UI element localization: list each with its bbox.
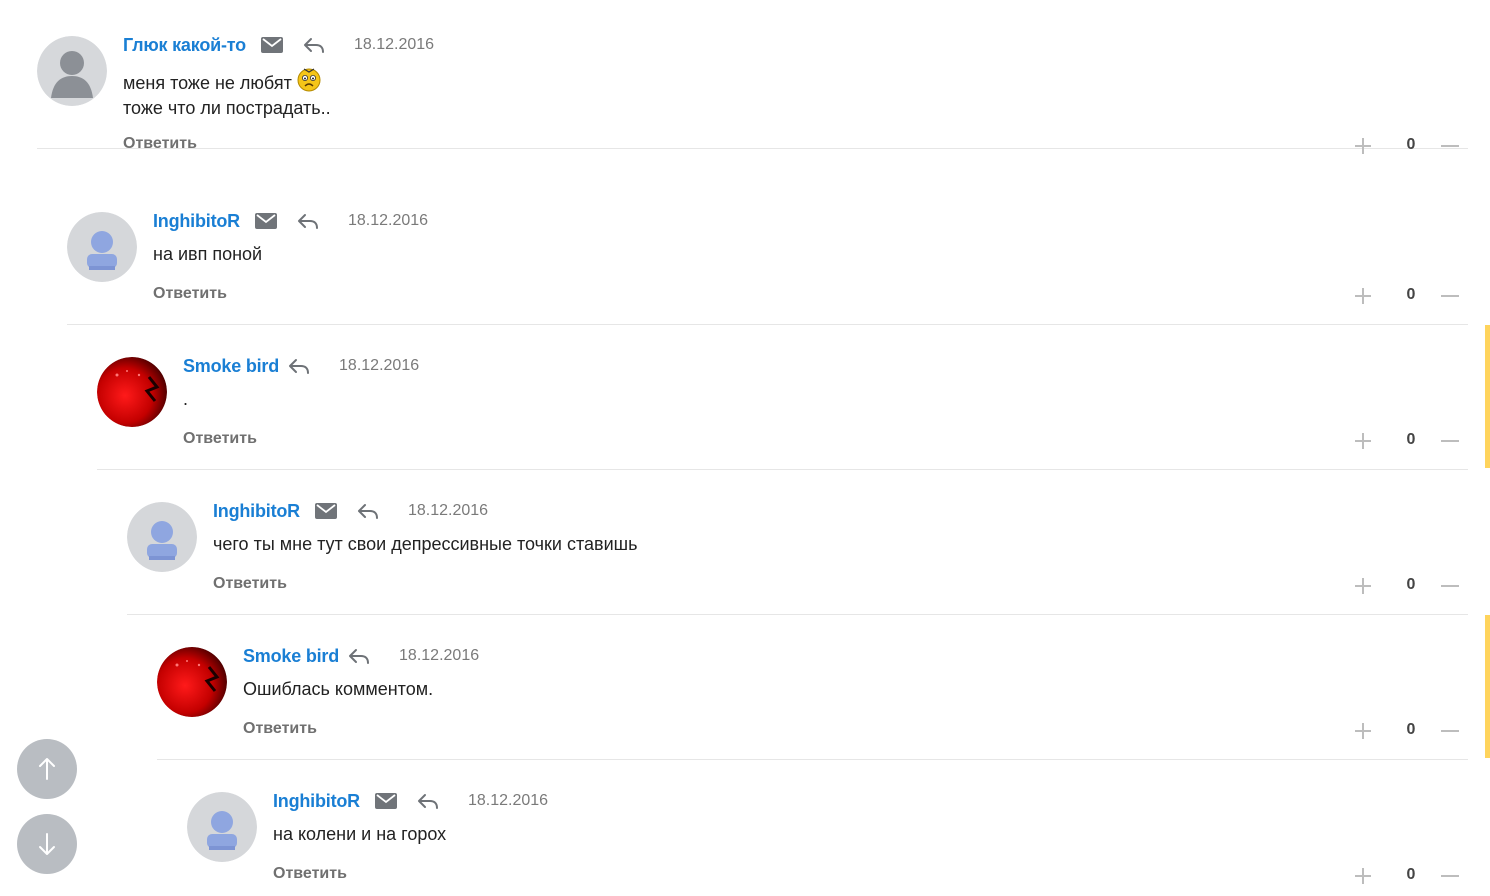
vote-widget: 0 <box>1348 284 1468 308</box>
comment-date: 18.12.2016 <box>467 792 549 809</box>
reply-arrow-icon[interactable] <box>416 789 440 813</box>
reply-arrow-icon[interactable] <box>302 33 326 57</box>
comment-text: чего ты мне тут свои депрессивные точки … <box>213 532 1468 557</box>
arrow-down-icon <box>39 833 55 855</box>
plus-icon[interactable] <box>1351 719 1375 743</box>
vote-score: 0 <box>1406 286 1416 303</box>
vote-widget: 0 <box>1348 864 1468 888</box>
comment-text-line: . <box>183 389 189 409</box>
comment-text: Ошиблась комментом. <box>243 677 1468 702</box>
scroll-up-button[interactable] <box>17 739 77 799</box>
comment-body: InghibitoR 18.12.2016 на ивп поной <box>153 208 1468 267</box>
vote-score: 0 <box>1406 721 1416 738</box>
reply-button[interactable]: Ответить <box>213 575 287 593</box>
plus-icon[interactable] <box>1351 864 1375 888</box>
author-link[interactable]: Smoke bird <box>243 646 339 667</box>
comment-text-line: Ошиблась комментом. <box>243 679 434 699</box>
reply-arrow-icon[interactable] <box>347 644 371 668</box>
comment-text-line: меня тоже не любят <box>123 66 1468 96</box>
comment-text-line: чего ты мне тут свои депрессивные точки … <box>213 534 638 554</box>
minus-icon[interactable] <box>1438 284 1462 308</box>
comment-body: InghibitoR 18.12.2016 на колени и на гор… <box>273 788 1468 847</box>
author-link[interactable]: Smoke bird <box>183 356 279 377</box>
comment-date: 18.12.2016 <box>399 647 480 664</box>
comment-text: на колени и на горох <box>273 822 1468 847</box>
minus-icon[interactable] <box>1438 719 1462 743</box>
mail-icon[interactable] <box>314 499 338 523</box>
vote-widget: 0 <box>1348 429 1468 453</box>
plus-icon[interactable] <box>1351 284 1375 308</box>
comment: Smoke bird 18.12.2016 Ошиблась комментом… <box>157 615 1490 760</box>
avatar[interactable] <box>127 502 197 572</box>
scroll-down-button[interactable] <box>17 814 77 874</box>
comment: InghibitoR 18.12.2016 на ивп поной Ответ… <box>67 180 1468 325</box>
minus-icon[interactable] <box>1438 574 1462 598</box>
avatar[interactable] <box>187 792 257 862</box>
comment-meta: Smoke bird 18.12.2016 <box>183 353 1468 379</box>
plus-icon[interactable] <box>1351 134 1375 158</box>
plus-icon[interactable] <box>1351 574 1375 598</box>
vote-widget: 0 <box>1348 574 1468 598</box>
vote-score: 0 <box>1406 431 1416 448</box>
avatar[interactable] <box>37 36 107 106</box>
reply-button[interactable]: Ответить <box>123 135 197 153</box>
avatar[interactable] <box>97 357 167 427</box>
comment-meta: Глюк какой-то 18.12.2016 <box>123 32 1468 58</box>
comment-date: 18.12.2016 <box>347 212 429 229</box>
reply-button[interactable]: Ответить <box>273 865 347 883</box>
mail-icon[interactable] <box>260 33 284 57</box>
vote-score: 0 <box>1406 136 1416 153</box>
reply-arrow-icon[interactable] <box>356 499 380 523</box>
comment-date: 18.12.2016 <box>353 36 435 53</box>
minus-icon[interactable] <box>1438 134 1462 158</box>
author-link[interactable]: InghibitoR <box>153 211 240 232</box>
comment-text: на ивп поной <box>153 242 1468 267</box>
author-link[interactable]: InghibitoR <box>273 791 360 812</box>
comment: InghibitoR 18.12.2016 на колени и на гор… <box>187 760 1468 896</box>
comment: InghibitoR 18.12.2016 чего ты мне тут св… <box>127 470 1468 615</box>
author-link[interactable]: InghibitoR <box>213 501 300 522</box>
comment-text: . <box>183 387 1468 412</box>
comment-text-fragment: меня тоже не любят <box>123 73 292 93</box>
comment-body: Smoke bird 18.12.2016 . <box>183 353 1468 412</box>
mail-icon[interactable] <box>254 209 278 233</box>
comment-date: 18.12.2016 <box>339 357 420 374</box>
comment: Глюк какой-то 18.12.2016 меня тоже не лю… <box>37 4 1468 154</box>
arrow-up-icon <box>39 758 55 780</box>
comment-text-line: тоже что ли пострадать.. <box>123 98 331 118</box>
comment: Smoke bird 18.12.2016 . Ответить 0 <box>97 325 1490 470</box>
minus-icon[interactable] <box>1438 864 1462 888</box>
vote-score: 0 <box>1406 866 1416 883</box>
reply-button[interactable]: Ответить <box>183 430 257 448</box>
plus-icon[interactable] <box>1351 429 1375 453</box>
comment-meta: Smoke bird 18.12.2016 <box>243 643 1468 669</box>
comment-text-line: на колени и на горох <box>273 824 447 844</box>
comment-text-line: на ивп поной <box>153 244 263 264</box>
vote-score: 0 <box>1406 576 1416 593</box>
author-link[interactable]: Глюк какой-то <box>123 35 246 56</box>
vote-widget: 0 <box>1348 134 1468 158</box>
comment-body: InghibitoR 18.12.2016 чего ты мне тут св… <box>213 498 1468 557</box>
comment-meta: InghibitoR 18.12.2016 <box>213 498 1468 524</box>
comment-body: Глюк какой-то 18.12.2016 меня тоже не лю… <box>123 32 1468 121</box>
avatar[interactable] <box>67 212 137 282</box>
reply-arrow-icon[interactable] <box>287 354 311 378</box>
comment-meta: InghibitoR 18.12.2016 <box>153 208 1468 234</box>
comment-date: 18.12.2016 <box>407 502 489 519</box>
comment-body: Smoke bird 18.12.2016 Ошиблась комментом… <box>243 643 1468 702</box>
reply-button[interactable]: Ответить <box>153 285 227 303</box>
sad-smiley-icon <box>296 66 322 92</box>
comment-thread: Глюк какой-то 18.12.2016 меня тоже не лю… <box>0 0 1490 896</box>
minus-icon[interactable] <box>1438 429 1462 453</box>
reply-button[interactable]: Ответить <box>243 720 317 738</box>
comment-meta: InghibitoR 18.12.2016 <box>273 788 1468 814</box>
vote-widget: 0 <box>1348 719 1468 743</box>
avatar[interactable] <box>157 647 227 717</box>
mail-icon[interactable] <box>374 789 398 813</box>
reply-arrow-icon[interactable] <box>296 209 320 233</box>
comment-text: меня тоже не любят тоже что ли пострадат… <box>123 66 1468 121</box>
